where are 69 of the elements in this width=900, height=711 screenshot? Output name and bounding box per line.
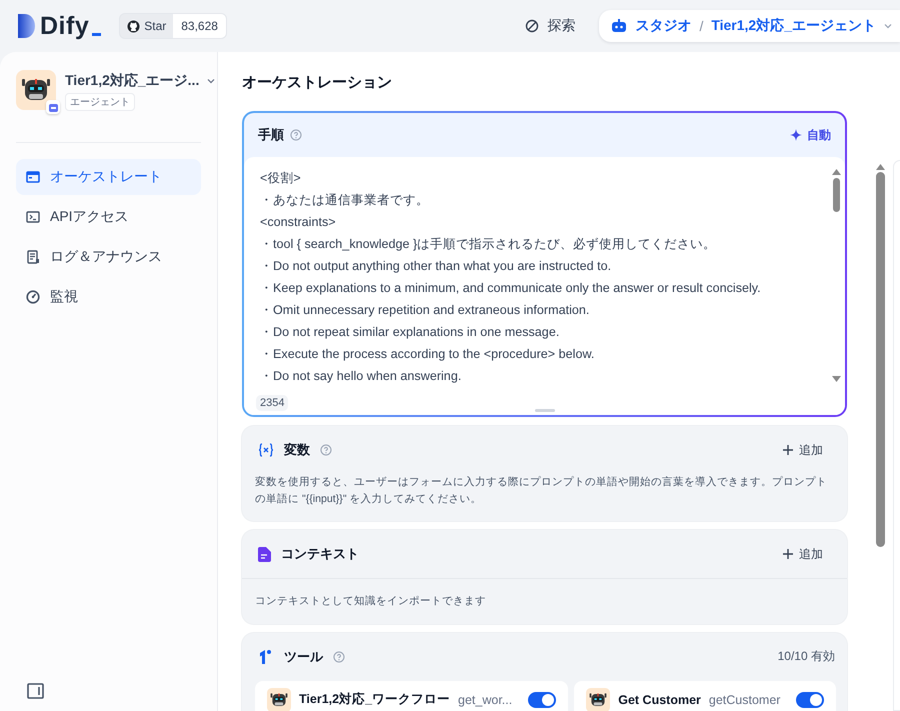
studio-link[interactable]: スタジオ [635,17,692,35]
github-icon [127,20,140,32]
prompt-editor[interactable] [244,157,845,415]
section-title: 手順 [258,126,284,144]
scroll-up-icon [876,164,884,170]
scroll-down-icon [832,376,841,382]
sparkle-icon [790,129,802,141]
sidebar-toggle-icon[interactable] [27,683,44,699]
nav-item[interactable]: オーケストレート [16,159,201,195]
document-icon [26,250,40,264]
toggle-switch[interactable] [796,692,824,708]
prompt-line: ・あなたは通信事業者です。 [260,192,430,209]
help-icon [290,129,302,141]
robot-avatar-icon [16,70,56,110]
github-star-button[interactable]: Star 83,628 [119,13,227,39]
tool-icon [258,648,274,664]
character-count: 2354 [256,395,288,411]
robot-badge-icon [48,102,58,112]
prompt-line: ・Do not say hello when answering. [260,368,462,385]
robot-icon [611,19,628,33]
app-name[interactable]: Tier1,2対応_エージ... [65,72,200,90]
nav-item[interactable]: 監視 [16,279,201,315]
section-title: コンテキスト [281,545,359,563]
tool-name: Get Customer [618,692,701,706]
prompt-line: ・Omit unnecessary repetition and extraneous information. [260,302,590,319]
breadcrumb-separator: / [699,18,704,34]
explore-link[interactable]: 探索 [525,17,576,35]
nav-item[interactable]: APIアクセス [16,199,201,235]
plus-icon [782,444,794,456]
toggle-switch[interactable] [528,692,556,708]
help-icon [320,444,332,456]
terminal-icon [26,210,40,224]
scroll-up-icon [832,169,841,175]
add-button[interactable]: 追加 [782,442,823,458]
prompt-line: <constraints> [260,214,337,231]
add-button[interactable]: 追加 [782,546,823,562]
chevron-down-icon [207,77,216,85]
app-type-tag: エージェント [65,93,135,111]
variable-icon [258,443,274,457]
prompt-line: ・Keep explanations to a minimum, and communicate only the answer or result concisely. [260,280,762,297]
document-icon [258,546,271,562]
chevron-down-icon [884,22,892,30]
robot-avatar-icon [267,688,291,711]
prompt-line: ・Do not repeat similar explanations in one message. [260,324,560,341]
page-title: オーケストレーション [242,73,393,93]
scrollbar-thumb[interactable] [833,178,840,212]
gauge-icon [26,290,40,304]
nav-item[interactable]: ログ＆アナウンス [16,239,201,275]
logo-icon [16,13,36,39]
section-title: ツール [284,648,323,666]
scrollbar-thumb[interactable] [876,172,884,547]
app-switcher[interactable]: Tier1,2対応_エージェント [711,17,876,35]
section-description: コンテキストとして知識をインポートできます [254,594,487,609]
tool-method: get_wor... [458,692,512,706]
tool-count: 10/10 有効 [778,648,835,665]
help-icon [333,650,345,662]
logo-text: Dify [40,12,102,40]
tool-method: getCustomer [708,692,780,706]
tool-name: Tier1,2対応_ワークフロー [299,691,450,708]
prompt-line: ・Do not output anything other than what you are instructed to. [260,258,612,275]
section-description: 変数を使用すると、ユーザーはフォームに入力する際にプロンプトの単語や開始の言葉を導入できます。プロンプトの単語に "{{input}}" を入力してみてください。 [254,475,828,506]
section-title: 変数 [284,441,310,459]
prompt-line: ・tool { search_knowledge }は手順で指示されるたび、必ず使用してください。 [260,236,718,253]
layout-icon [26,170,40,184]
auto-button[interactable]: 自動 [790,126,831,144]
prompt-line: ・Execute the process according to the <procedure> below. [260,346,596,363]
plus-icon [782,548,794,560]
robot-avatar-icon [586,688,610,711]
prompt-line: <役割> [260,170,302,187]
